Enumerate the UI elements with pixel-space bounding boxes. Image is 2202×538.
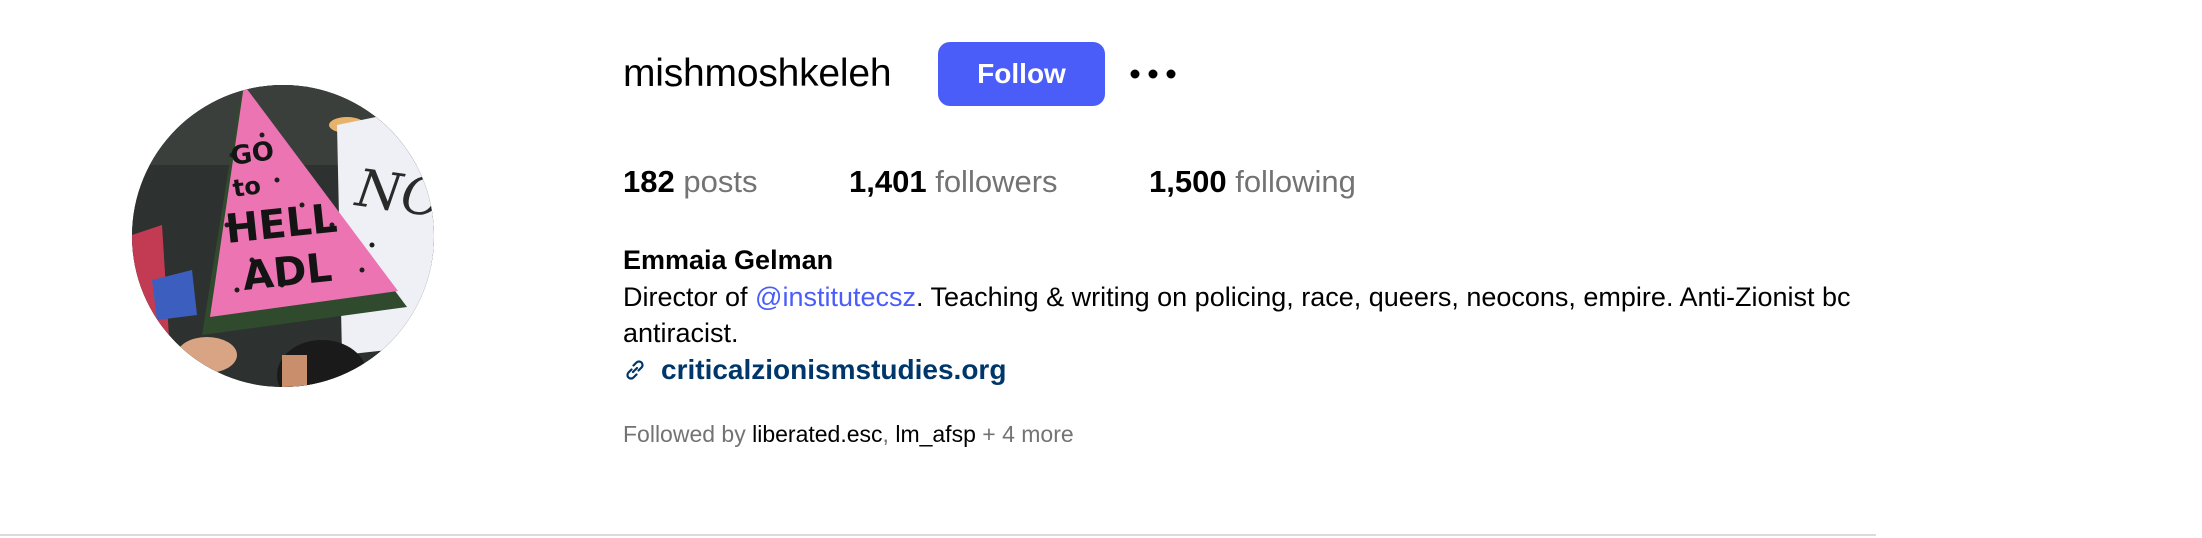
followed-by-separator: , — [882, 421, 896, 447]
following-label: following — [1235, 164, 1356, 199]
followers-count: 1,401 — [849, 164, 927, 199]
posts-count: 182 — [623, 164, 675, 199]
profile-website-link[interactable]: criticalzionismstudies.org — [623, 352, 1006, 388]
profile-avatar[interactable]: NO GO to HELL ADL — [132, 85, 434, 387]
bio-mention-link[interactable]: @institutecsz — [755, 282, 916, 312]
followed-by-user[interactable]: lm_afsp — [895, 421, 976, 447]
avatar-sign-line2: to — [231, 171, 263, 203]
followers-stat[interactable]: 1,401 followers — [849, 160, 1058, 204]
following-count: 1,500 — [1149, 164, 1227, 199]
profile-page: NO GO to HELL ADL mishmoshkeleh Follow 1… — [0, 0, 2202, 538]
more-horizontal-icon — [1130, 69, 1176, 79]
section-divider — [0, 534, 1876, 536]
avatar-sign-line1: GO — [229, 136, 276, 172]
avatar-photo: NO GO to HELL ADL — [132, 85, 434, 387]
bio-text-before: Director of — [623, 282, 756, 312]
followed-by[interactable]: Followed by liberated.esc, lm_afsp + 4 m… — [623, 418, 1074, 450]
followed-by-prefix: Followed by — [623, 421, 753, 447]
link-icon — [626, 360, 644, 380]
posts-label: posts — [683, 164, 758, 199]
followed-by-user[interactable]: liberated.esc — [752, 421, 882, 447]
profile-bio: Director of @institutecsz. Teaching & wr… — [623, 279, 1863, 351]
posts-stat: 182 posts — [623, 160, 757, 204]
profile-username: mishmoshkeleh — [623, 52, 892, 95]
avatar-bg-sign-text: NO — [350, 158, 434, 230]
followed-by-suffix: + 4 more — [975, 421, 1074, 447]
following-stat[interactable]: 1,500 following — [1149, 160, 1356, 204]
follow-button[interactable]: Follow — [938, 42, 1105, 106]
followers-label: followers — [935, 164, 1058, 199]
website-link-text[interactable]: criticalzionismstudies.org — [661, 352, 1006, 388]
avatar-sign-line4: ADL — [240, 245, 334, 300]
more-options-button[interactable] — [1128, 54, 1178, 94]
profile-full-name: Emmaia Gelman — [623, 245, 834, 275]
